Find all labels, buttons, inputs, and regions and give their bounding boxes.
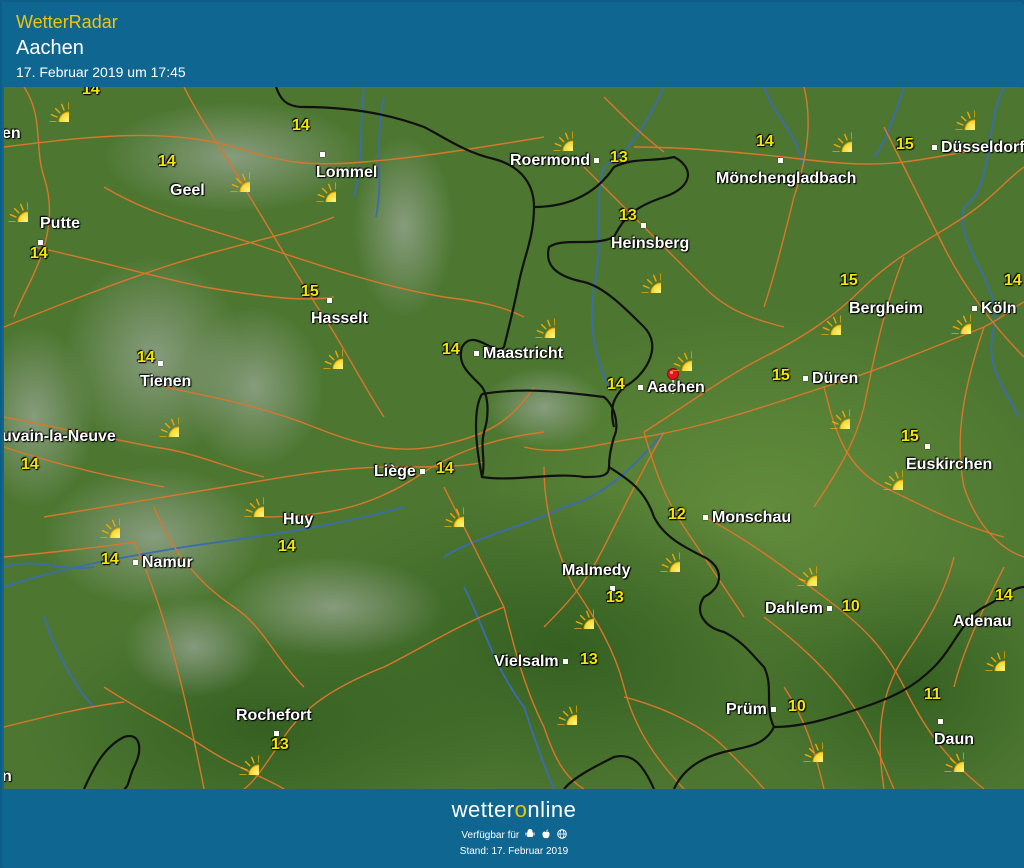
city-hasselt: Hasselt [311, 292, 368, 328]
temperature-value: 14 [607, 376, 625, 393]
temperature-value: 13 [271, 736, 289, 753]
city-roermond: Roermond [510, 152, 603, 170]
sun-icon [770, 770, 812, 789]
temperature-value: 13 [580, 651, 598, 668]
city-vielsalm: Vielsalm [494, 653, 572, 671]
sun-icon [922, 730, 964, 772]
temperature-value: 15 [840, 272, 858, 289]
footer: wetteronline Verfügbar für Stand: 17. Fe… [4, 789, 1024, 868]
temperature-value: 10 [842, 598, 860, 615]
app-frame: WetterRadar Aachen 17. Februar 2019 um 1… [0, 0, 1024, 868]
city-duesseldorf: Düsseldorf [928, 139, 1024, 157]
sun-icon [78, 496, 120, 538]
sun-icon [1004, 730, 1024, 772]
sun-icon [963, 629, 1005, 671]
city-maastricht: Maastricht [470, 345, 563, 363]
city-louvain-la-neuve: uvain-la-Neuve [4, 428, 116, 445]
temperature-value: 15 [896, 136, 914, 153]
wetteronline-logo[interactable]: wetteronline [4, 797, 1024, 823]
temperature-value: 14 [278, 538, 296, 555]
city-n: n [4, 768, 12, 785]
sun-icon [4, 180, 28, 222]
temperature-value: 10 [788, 698, 806, 715]
temperature-value: 13 [610, 149, 628, 166]
city-dahlem: Dahlem [765, 600, 836, 618]
city-huy: Huy [283, 511, 314, 528]
apple-icon[interactable] [541, 829, 551, 839]
sun-icon [535, 683, 577, 725]
temperature-value: 14 [82, 87, 100, 98]
temperature-value: 13 [619, 207, 637, 224]
android-icon[interactable] [525, 829, 535, 839]
city-bergheim: Bergheim [849, 300, 923, 317]
header: WetterRadar Aachen 17. Februar 2019 um 1… [4, 4, 1024, 86]
web-icon[interactable] [556, 829, 567, 839]
sun-icon [552, 587, 594, 629]
temperature-value: 15 [901, 428, 919, 445]
sun-icon [222, 475, 264, 517]
temperature-value: 13 [606, 589, 624, 606]
sun-icon [294, 160, 336, 202]
city-pruem: Prüm [726, 701, 780, 719]
temperature-value: 11 [924, 686, 941, 703]
sun-icon [781, 720, 823, 762]
sun-icon [650, 329, 692, 371]
sun-icon [27, 87, 69, 122]
sun-icon [422, 485, 464, 527]
temperature-value: 14 [292, 117, 310, 134]
sun-icon [301, 327, 343, 369]
temperature-value: 14 [756, 133, 774, 150]
availability-label: Verfügbar für [461, 830, 520, 841]
stand-date: Stand: 17. Februar 2019 [459, 846, 569, 857]
sun-icon [513, 296, 555, 338]
sun-icon [810, 110, 852, 152]
city-namur: Namur [129, 554, 193, 572]
sun-icon [775, 544, 817, 586]
temperature-value: 14 [137, 349, 155, 366]
city-koeln: Köln [968, 300, 1017, 318]
sun-icon [137, 395, 179, 437]
temperature-value: 14 [158, 153, 176, 170]
app-name: WetterRadar [16, 12, 118, 32]
weather-map[interactable]: en Lommel Roermond Mönchengladbach Düsse… [4, 87, 1024, 789]
sun-icon [638, 530, 680, 572]
temperature-value: 14 [30, 245, 48, 262]
temperature-value: 14 [21, 456, 39, 473]
city-monschau: Monschau [699, 509, 791, 527]
sun-icon [619, 251, 661, 293]
sun-icon [933, 88, 975, 130]
sun-icon [799, 293, 841, 335]
city-putte: Putte [40, 215, 80, 232]
availability-line: Verfügbar für [4, 829, 1024, 841]
city-liege: Liège [374, 463, 429, 481]
city-aachen: Aachen [634, 379, 705, 397]
map-base [4, 87, 1024, 789]
temperature-value: 14 [442, 341, 460, 358]
temperature-value: 15 [772, 367, 790, 384]
sun-icon [531, 109, 573, 151]
temperature-value: 12 [668, 506, 686, 523]
city-moenchengladbach: Mönchengladbach [716, 152, 856, 188]
sun-icon [217, 733, 259, 775]
city-geel: Geel [170, 182, 205, 199]
city-en: en [4, 125, 21, 142]
city-dueren: Düren [799, 370, 858, 388]
temperature-value: 14 [1004, 272, 1022, 289]
temperature-value: 14 [995, 587, 1013, 604]
temperature-value: 15 [301, 283, 319, 300]
sun-icon [808, 387, 850, 429]
temperature-value: 14 [436, 460, 454, 477]
sun-icon [861, 448, 903, 490]
sun-icon [208, 150, 250, 192]
location-title: Aachen [16, 37, 84, 59]
timestamp: 17. Februar 2019 um 17:45 [16, 64, 186, 80]
temperature-value: 14 [101, 551, 119, 568]
sun-icon [929, 292, 971, 334]
